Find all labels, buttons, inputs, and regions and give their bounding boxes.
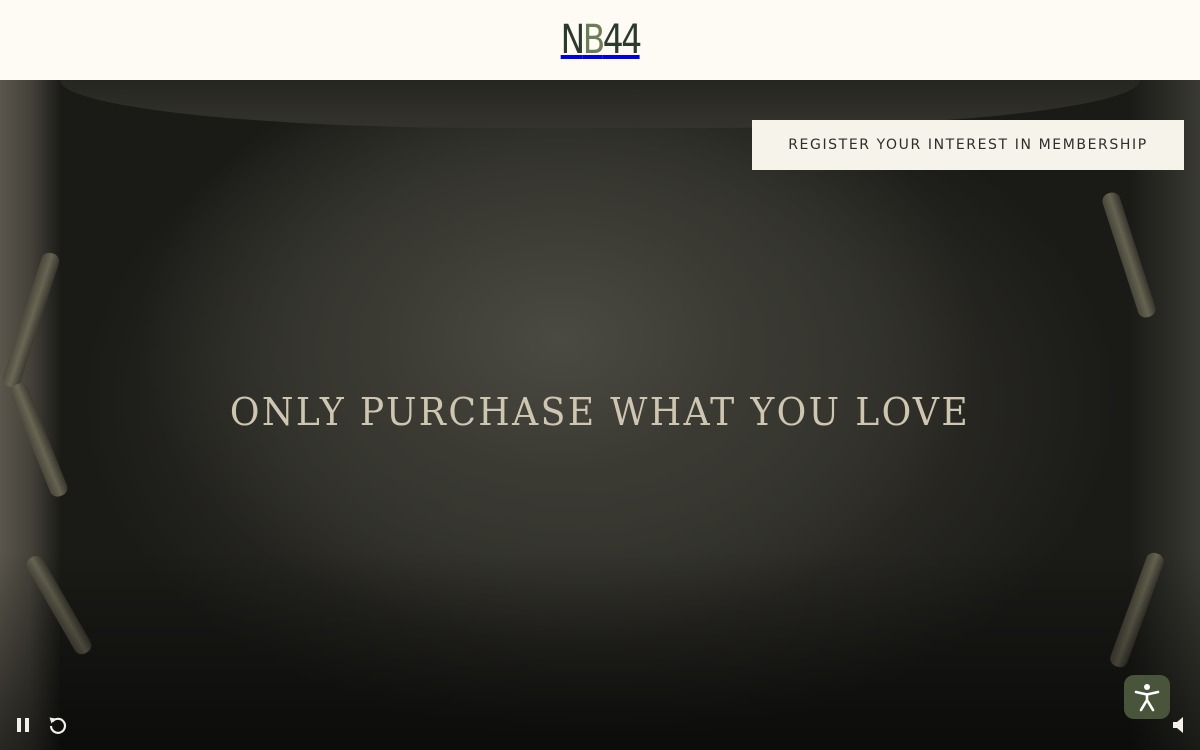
logo-number: 44	[602, 17, 642, 63]
replay-button[interactable]	[46, 713, 70, 737]
site-header: N B 44	[0, 0, 1200, 80]
accessibility-person-icon	[1134, 684, 1160, 712]
pause-button[interactable]	[12, 714, 34, 736]
nb44-logo[interactable]: N B 44	[560, 17, 642, 63]
hero-bottom-shadow	[0, 550, 1200, 750]
logo-letter-b: B	[582, 17, 606, 63]
hero-headline: ONLY PURCHASE WHAT YOU LOVE	[229, 390, 971, 434]
accessibility-button[interactable]	[1124, 675, 1170, 719]
register-interest-button[interactable]: REGISTER YOUR INTEREST IN MEMBERSHIP	[752, 120, 1184, 170]
logo-letter-n: N	[560, 17, 586, 63]
volume-icon	[1173, 717, 1183, 733]
pause-icon	[17, 718, 29, 732]
volume-button[interactable]	[1168, 714, 1188, 736]
replay-icon	[49, 717, 67, 734]
